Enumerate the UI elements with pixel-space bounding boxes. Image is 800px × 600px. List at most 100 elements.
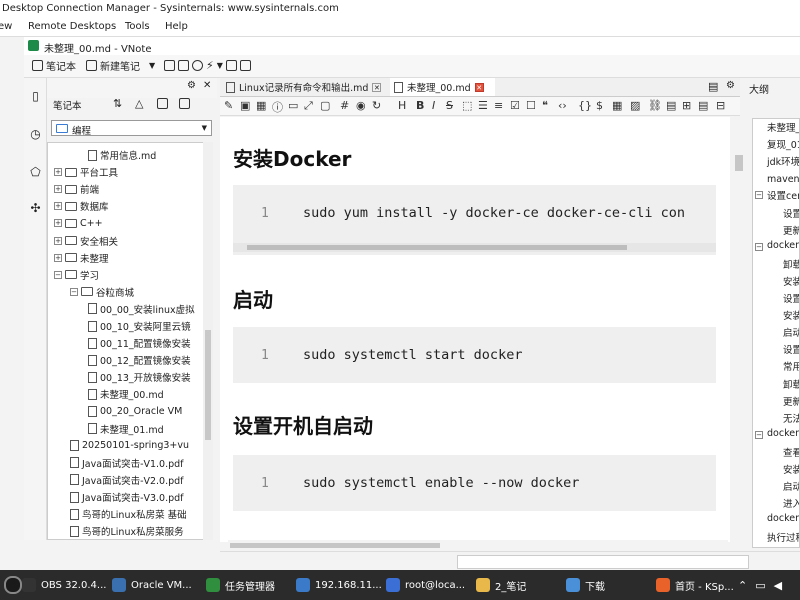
view-icon[interactable] (157, 98, 168, 109)
edit-icon[interactable] (164, 60, 175, 71)
tree-scrollbar-thumb[interactable] (205, 330, 211, 440)
snippet-nav-icon[interactable]: ✣ (29, 202, 42, 215)
markdown-editor[interactable]: 安装Docker 1 sudo yum install -y docker-ce… (220, 117, 730, 542)
tray-expand-icon[interactable]: ⌃ (738, 579, 747, 592)
outline-item[interactable]: − 设置cen (755, 188, 799, 202)
tree-folder-item[interactable]: + 安全相关 (54, 233, 118, 249)
math-icon[interactable]: $ (596, 99, 603, 112)
expand-icon[interactable]: ⤢ (304, 99, 313, 113)
ordered-list-icon[interactable]: ≡ (494, 99, 503, 112)
editor-scrollbar-thumb[interactable] (735, 155, 743, 171)
outline-item[interactable]: 设置 (783, 291, 799, 305)
tab-linux-record[interactable]: Linux记录所有命令和输出.md ✕ (222, 78, 387, 96)
tree-file-item[interactable]: 未整理_01.md (88, 421, 164, 437)
history-icon[interactable] (192, 60, 203, 71)
taskbar-item[interactable]: root@loca... (386, 570, 465, 600)
expand-toggle-icon[interactable]: + (54, 202, 62, 211)
notebook-toolbar-button[interactable]: 笔记本 (32, 58, 76, 73)
outline-item[interactable]: 设置 (783, 342, 799, 356)
close-icon[interactable]: ✕ (474, 82, 484, 92)
outline-item[interactable]: 安装 (783, 308, 799, 322)
settings-icon[interactable] (225, 60, 237, 71)
align-icon[interactable]: ⊞ (682, 99, 691, 112)
code-block-icon[interactable]: {} (578, 99, 592, 112)
collapse-toggle-icon[interactable]: − (755, 191, 763, 200)
start-button[interactable] (4, 570, 22, 600)
tag-nav-icon[interactable]: ⬠ (29, 166, 42, 179)
outline-item[interactable]: 未整理_ (767, 120, 799, 134)
notebook-nav-icon[interactable]: ▯ (29, 90, 42, 103)
code-icon[interactable]: ‹› (558, 99, 567, 112)
preview-icon[interactable]: ◉ (356, 99, 366, 112)
italic-icon[interactable]: I (432, 99, 435, 112)
code-block[interactable]: 1 sudo systemctl start docker (233, 327, 716, 383)
heading-icon[interactable]: H (398, 99, 406, 112)
collapse-toggle-icon[interactable]: − (70, 287, 78, 296)
new-note-button[interactable]: 新建笔记 ▼ (86, 58, 155, 73)
menu-tools[interactable]: Tools (125, 21, 150, 32)
link-icon[interactable]: ⛓ (648, 99, 662, 112)
menu-remote-desktops[interactable]: Remote Desktops (28, 21, 116, 32)
outline-item[interactable]: 启动 (783, 479, 799, 493)
outline-item[interactable]: jdk环境 (767, 154, 799, 168)
strikethrough-icon[interactable]: S (446, 99, 453, 112)
structure-icon[interactable]: △ (135, 97, 143, 110)
expand-icon[interactable] (239, 60, 251, 71)
tree-folder-item[interactable]: + 数据库 (54, 198, 109, 214)
wrap-icon[interactable]: ▤ (698, 99, 708, 112)
hash-icon[interactable]: # (340, 99, 349, 112)
tree-folder-item[interactable]: + 平台工具 (54, 164, 118, 180)
table-icon[interactable]: ▦ (256, 99, 266, 112)
checklist-icon[interactable]: ☐ (526, 99, 536, 112)
text-box-icon[interactable]: ▭ (288, 99, 298, 112)
code-scrollbar[interactable] (233, 243, 716, 252)
mark-icon[interactable]: ⬚ (462, 99, 472, 112)
outline-item[interactable]: 设置 (783, 206, 799, 220)
quote-icon[interactable]: ❝ (542, 99, 548, 112)
volume-icon[interactable]: ◀ (774, 579, 782, 592)
tab-list-icon[interactable]: ▤ (708, 80, 718, 93)
taskbar-item[interactable]: 2_笔记 (476, 570, 526, 600)
tree-file-item[interactable]: 鸟哥的Linux私房菜服务 (70, 523, 184, 539)
outline-item[interactable]: − docker (755, 240, 799, 251)
network-icon[interactable]: ▭ (755, 579, 765, 592)
tree-file-item[interactable]: 00_10_安装阿里云镜 (88, 318, 191, 334)
outline-item[interactable]: 安装 (783, 462, 799, 476)
expand-toggle-icon[interactable]: + (54, 168, 62, 177)
outline-item[interactable]: 启动 (783, 325, 799, 339)
sort-icon[interactable]: ⇅ (113, 97, 122, 110)
export-icon[interactable] (178, 60, 189, 71)
tree-folder-item[interactable]: − 谷粒商城 (70, 284, 134, 300)
outline-item[interactable]: 更新 (783, 223, 799, 237)
outline-item[interactable]: 复现_01 (767, 137, 799, 151)
taskbar-item[interactable]: 192.168.11... (296, 570, 382, 600)
outline-item[interactable]: 卸载 (783, 377, 799, 391)
chevron-down-icon[interactable]: ▼ (149, 61, 155, 70)
info-icon[interactable]: ⓘ (272, 99, 283, 115)
collapse-toggle-icon[interactable]: − (54, 270, 62, 279)
editor-hscroll-thumb[interactable] (230, 543, 440, 548)
bold-icon[interactable]: B (416, 99, 424, 112)
outline-item[interactable]: 卸载 (783, 257, 799, 271)
tab-untitled-00[interactable]: 未整理_00.md ✕ (390, 78, 495, 96)
manage-icon[interactable] (179, 98, 190, 109)
outline-item[interactable]: 安装 (783, 274, 799, 288)
todo-list-icon[interactable]: ☑ (510, 99, 520, 112)
history-nav-icon[interactable]: ◷ (29, 128, 42, 141)
chevron-down-icon[interactable]: ▼ (217, 61, 223, 70)
taskbar-item[interactable]: 首页 - KSp... (656, 570, 734, 600)
outline-item[interactable]: 查看 (783, 445, 799, 459)
notebook-selector[interactable]: 编程 ▼ (51, 120, 212, 137)
tree-file-item[interactable]: 00_13_开放镜像安装 (88, 369, 191, 385)
code-block[interactable]: 1 sudo systemctl enable --now docker (233, 455, 716, 511)
outline-item[interactable]: 无法 (783, 411, 799, 425)
panel-settings-icon[interactable]: ⚙ (726, 80, 735, 91)
panel-settings-icon[interactable]: ⚙ (187, 80, 196, 91)
flash-icon[interactable]: ⚡ (206, 59, 214, 72)
taskbar-item[interactable]: 下载 (566, 570, 605, 600)
editor-vertical-scrollbar[interactable] (733, 117, 745, 542)
lock-icon[interactable]: ▢ (320, 99, 330, 112)
outline-item[interactable]: 更新 (783, 394, 799, 408)
taskbar-item[interactable]: 任务管理器 (206, 570, 275, 600)
tree-file-item[interactable]: 未整理_00.md (88, 386, 164, 402)
